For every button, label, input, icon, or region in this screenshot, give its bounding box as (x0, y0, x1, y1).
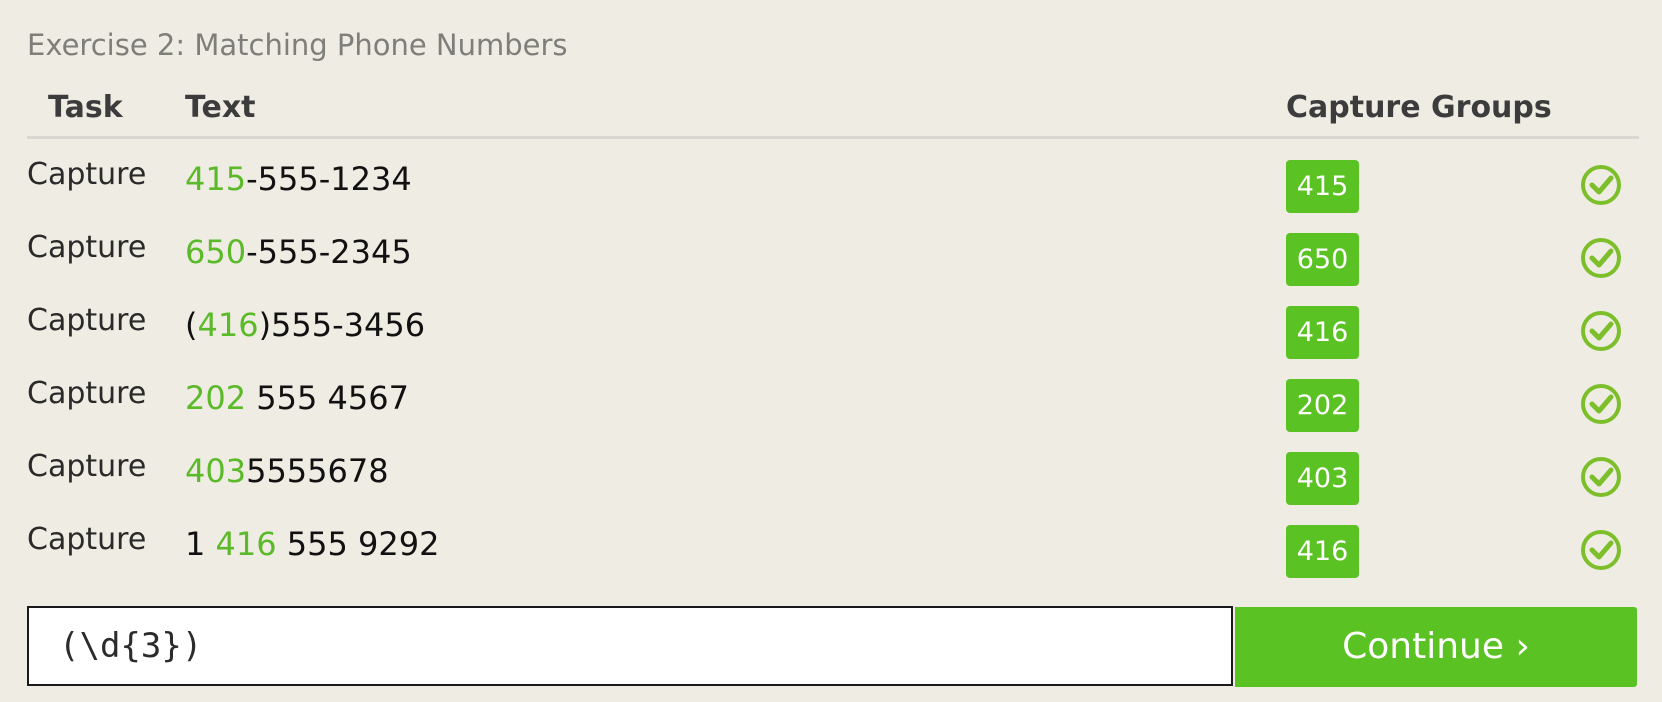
capture-group-badge: 403 (1286, 452, 1359, 505)
check-circle-icon (1581, 238, 1621, 278)
text-post: 555 4567 (246, 379, 409, 417)
check-circle-icon (1581, 530, 1621, 570)
table-row: Capture 415-555-1234 415 (27, 148, 1639, 221)
capture-group-badge: 202 (1286, 379, 1359, 432)
text-match: 416 (197, 306, 259, 344)
task-label: Capture (27, 449, 147, 484)
test-string: (416)555-3456 (185, 306, 425, 344)
check-circle-icon (1581, 384, 1621, 424)
task-table: Capture 415-555-1234 415 Capture 650-555… (27, 148, 1639, 586)
text-match: 415 (185, 160, 247, 198)
text-pre: 1 (185, 525, 216, 563)
test-string: 202 555 4567 (185, 379, 409, 417)
exercise-title: Exercise 2: Matching Phone Numbers (27, 28, 568, 62)
capture-group-badge: 415 (1286, 160, 1359, 213)
regex-input-container (27, 606, 1233, 686)
header-task: Task (48, 90, 123, 125)
table-header: Task Text Capture Groups (27, 84, 1639, 139)
table-row: Capture 4035555678 403 (27, 440, 1639, 513)
check-circle-icon (1581, 457, 1621, 497)
check-circle-icon (1581, 165, 1621, 205)
table-row: Capture 202 555 4567 202 (27, 367, 1639, 440)
test-string: 1 416 555 9292 (185, 525, 439, 563)
test-string: 650-555-2345 (185, 233, 412, 271)
header-capture-groups: Capture Groups (1286, 90, 1552, 125)
task-label: Capture (27, 303, 147, 338)
text-match: 202 (185, 379, 247, 417)
table-row: Capture (416)555-3456 416 (27, 294, 1639, 367)
text-match: 403 (185, 452, 247, 490)
check-circle-icon (1581, 311, 1621, 351)
table-row: Capture 650-555-2345 650 (27, 221, 1639, 294)
capture-group-badge: 650 (1286, 233, 1359, 286)
task-label: Capture (27, 376, 147, 411)
task-label: Capture (27, 157, 147, 192)
header-text: Text (185, 90, 256, 125)
text-match: 416 (215, 525, 277, 563)
text-post: 555 9292 (276, 525, 440, 563)
test-string: 4035555678 (185, 452, 389, 490)
text-post: 5555678 (246, 452, 389, 490)
test-string: 415-555-1234 (185, 160, 412, 198)
capture-group-badge: 416 (1286, 525, 1359, 578)
text-pre: ( (185, 306, 198, 344)
text-post: -555-1234 (246, 160, 412, 198)
table-row: Capture 1 416 555 9292 416 (27, 513, 1639, 586)
task-label: Capture (27, 522, 147, 557)
text-match: 650 (185, 233, 247, 271)
continue-button[interactable]: Continue › (1235, 607, 1637, 687)
regex-input[interactable] (59, 608, 1219, 684)
task-label: Capture (27, 230, 147, 265)
text-post: -555-2345 (246, 233, 412, 271)
text-post: )555-3456 (258, 306, 426, 344)
capture-group-badge: 416 (1286, 306, 1359, 359)
